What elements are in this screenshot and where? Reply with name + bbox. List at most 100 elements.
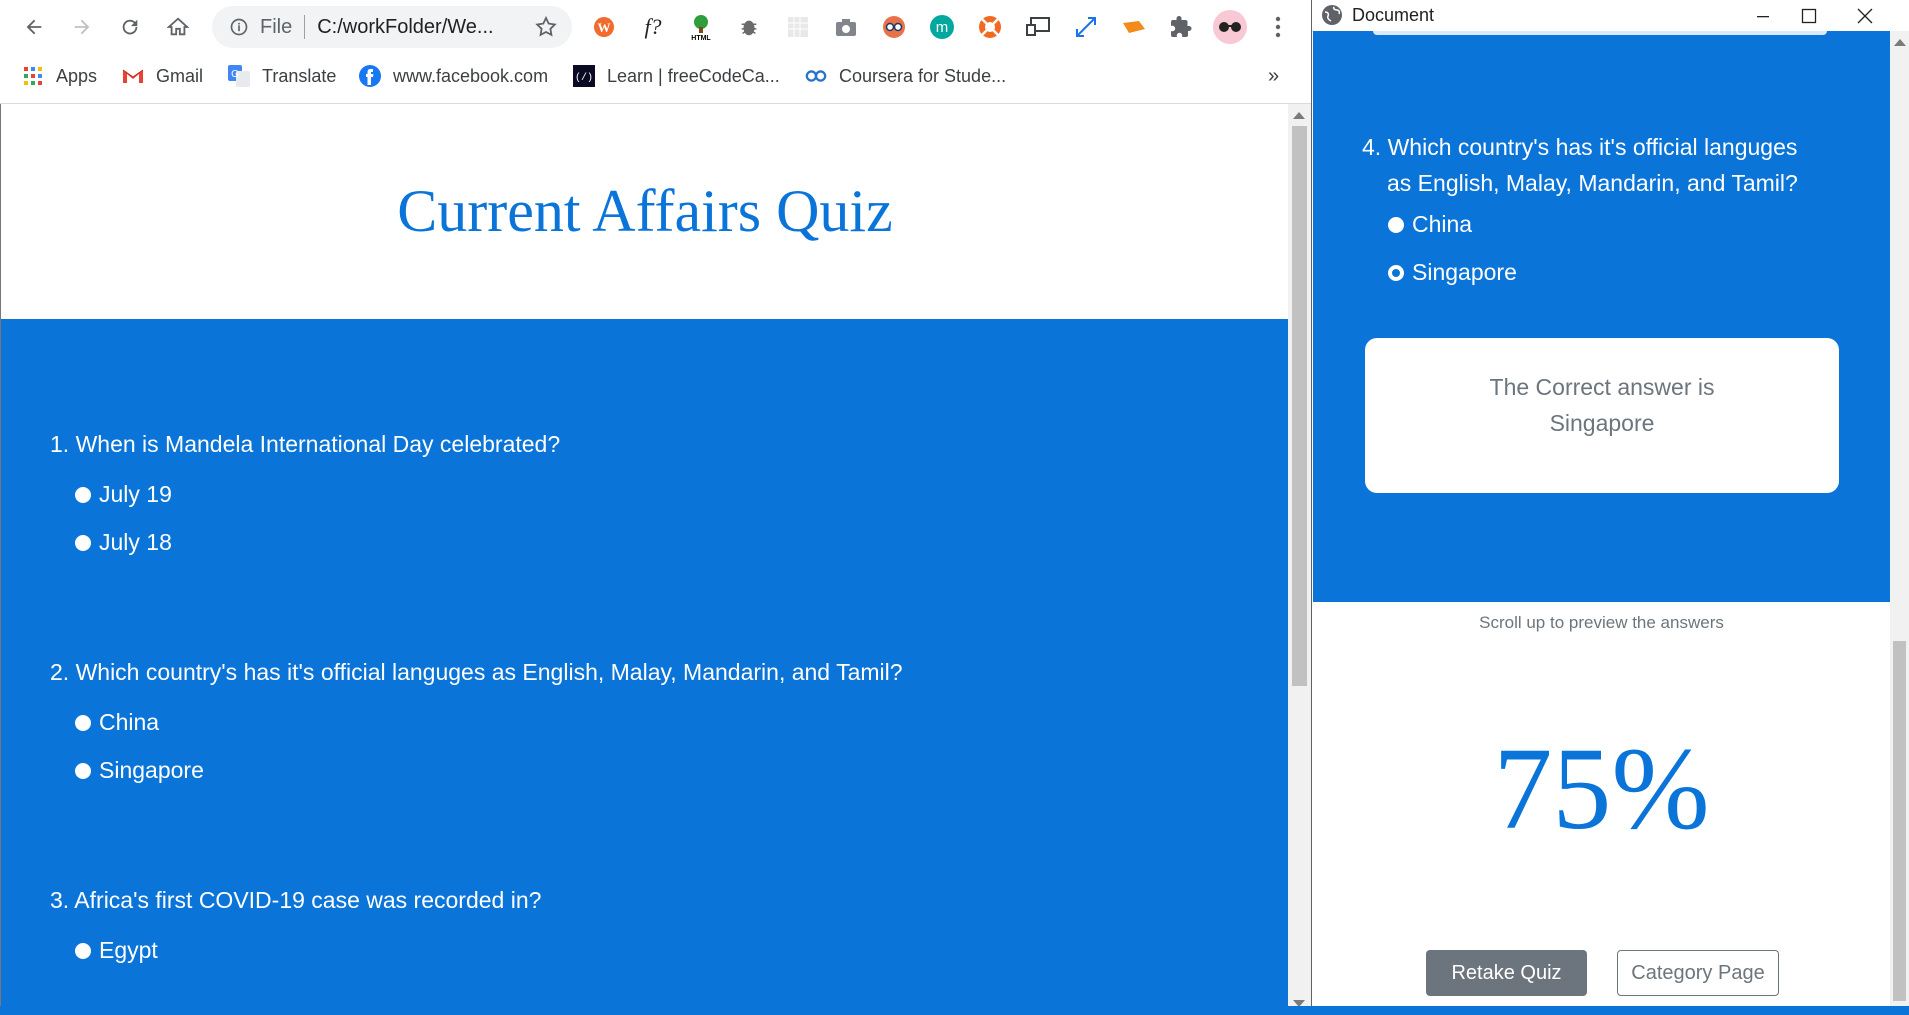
question-1: 1. When is Mandela International Day cel… <box>50 431 561 457</box>
minimize-icon <box>1757 15 1769 17</box>
radio-button[interactable] <box>75 486 91 503</box>
option-label: Singapore <box>1412 259 1517 285</box>
bookmark-freecodecamp[interactable]: (/) Learn | freeCodeCa... <box>573 54 780 98</box>
browser-window: File C:/workFolder/We... W f? HTML m App… <box>0 0 1311 1015</box>
maximize-icon <box>1801 8 1817 23</box>
answer-value: Singapore <box>1549 410 1655 436</box>
forward-button[interactable] <box>66 11 98 43</box>
document-window: Document 4. Which country's has it's off… <box>1311 0 1909 1015</box>
bookmarks-overflow-button[interactable]: » <box>1268 54 1279 98</box>
maximize-button[interactable] <box>1786 0 1832 31</box>
browser-toolbar: File C:/workFolder/We... W f? HTML m <box>0 0 1311 54</box>
home-button[interactable] <box>162 11 194 43</box>
question-line-2: as English, Malay, Mandarin, and Tamil? <box>1387 170 1798 196</box>
svg-text:HTML: HTML <box>691 35 711 41</box>
option-radio[interactable]: July 19 <box>75 481 172 508</box>
puzzle-icon[interactable] <box>1166 12 1196 42</box>
function-icon[interactable]: f? <box>638 12 668 42</box>
bookmark-coursera[interactable]: Coursera for Stude... <box>805 54 1006 98</box>
radio-button[interactable] <box>75 714 91 731</box>
bookmark-label: Learn | freeCodeCa... <box>607 65 780 86</box>
radio-button[interactable] <box>75 942 91 959</box>
reload-button[interactable] <box>114 11 146 43</box>
glasses-icon <box>1219 22 1241 32</box>
document-content: 4. Which country's has it's official lan… <box>1313 31 1890 1015</box>
lifebuoy-icon[interactable] <box>975 12 1005 42</box>
option-label: China <box>99 709 160 735</box>
reload-icon <box>122 19 138 35</box>
bookmark-translate[interactable]: G Translate <box>228 54 336 98</box>
window-title: Document <box>1352 5 1435 25</box>
bookmark-label: www.facebook.com <box>393 65 549 86</box>
question-line-1: Which country's has it's official langug… <box>1387 134 1798 160</box>
taskbar-edge <box>0 1006 1909 1015</box>
score-percentage: 75% <box>1493 723 1710 854</box>
answer-caption: The Correct answer is <box>1489 374 1715 400</box>
option-label: Singapore <box>99 757 204 783</box>
radio-button[interactable] <box>1388 216 1404 233</box>
screen-icon[interactable] <box>1023 12 1053 42</box>
url-text[interactable]: C:/workFolder/We... <box>317 16 507 39</box>
profile-avatar[interactable] <box>1213 10 1247 44</box>
svg-text:W: W <box>598 20 611 35</box>
html-tree-icon[interactable]: HTML <box>686 12 716 42</box>
question-3: 3. Africa's first COVID-19 case was reco… <box>50 887 542 913</box>
radio-button-selected[interactable] <box>1388 264 1404 281</box>
camera-icon[interactable] <box>831 12 861 42</box>
option-radio-selected[interactable]: Singapore <box>1388 259 1517 286</box>
retake-quiz-button[interactable]: Retake Quiz <box>1426 950 1587 996</box>
option-radio[interactable]: Egypt <box>75 937 158 964</box>
facebook-icon <box>359 65 381 87</box>
page-scrollbar[interactable] <box>1288 104 1311 1015</box>
radio-button[interactable] <box>75 762 91 779</box>
window-scrollbar[interactable] <box>1890 31 1909 1015</box>
bookmark-label: Coursera for Stude... <box>839 65 1007 86</box>
option-radio[interactable]: China <box>75 709 159 736</box>
address-bar[interactable]: File C:/workFolder/We... <box>212 6 572 48</box>
menu-kebab-icon[interactable] <box>1263 12 1293 42</box>
quiz-questions: 1. When is Mandela International Day cel… <box>1 319 1288 1015</box>
previous-card-edge <box>1373 31 1827 35</box>
scroll-up-arrow-icon[interactable] <box>1293 112 1305 119</box>
gmail-icon <box>122 65 144 87</box>
grid-icon[interactable] <box>783 12 813 42</box>
coursera-icon <box>805 65 827 87</box>
option-radio[interactable]: China <box>1388 211 1472 238</box>
bookmark-facebook[interactable]: www.facebook.com <box>359 54 548 98</box>
bookmark-apps[interactable]: Apps <box>22 54 97 98</box>
option-label: July 19 <box>99 481 172 507</box>
back-button[interactable] <box>18 11 50 43</box>
scroll-hint: Scroll up to preview the answers <box>1479 613 1724 632</box>
back-arrow-icon <box>26 19 42 35</box>
results-panel: 4. Which country's has it's official lan… <box>1313 31 1890 602</box>
page-title: Current Affairs Quiz <box>397 178 893 244</box>
scroll-up-arrow-icon[interactable] <box>1894 39 1906 46</box>
expand-icon[interactable] <box>1071 12 1101 42</box>
m-icon[interactable]: m <box>927 12 957 42</box>
close-button[interactable] <box>1842 0 1888 31</box>
bookmarks-bar: Apps Gmail G Translate www.facebook.com … <box>0 54 1311 104</box>
scrollbar-thumb[interactable] <box>1893 641 1906 1001</box>
tag-icon[interactable] <box>1119 12 1149 42</box>
bug-icon[interactable] <box>734 12 764 42</box>
category-page-button[interactable]: Category Page <box>1617 950 1779 996</box>
bookmark-star-icon[interactable] <box>534 15 558 39</box>
option-label: Egypt <box>99 937 158 963</box>
option-radio[interactable]: Singapore <box>75 757 204 784</box>
info-icon[interactable] <box>228 16 250 38</box>
translate-icon: G <box>228 65 250 87</box>
home-icon <box>167 17 189 36</box>
question-4: 4. Which country's has it's official lan… <box>1362 129 1842 165</box>
svg-text:(/): (/) <box>575 72 593 83</box>
bookmark-gmail[interactable]: Gmail <box>122 54 203 98</box>
window-titlebar[interactable]: Document <box>1312 0 1909 32</box>
spy-icon[interactable] <box>879 12 909 42</box>
minimize-button[interactable] <box>1740 0 1786 31</box>
scrollbar-thumb[interactable] <box>1292 126 1307 686</box>
wordpress-icon[interactable]: W <box>589 12 619 42</box>
svg-text:G: G <box>231 69 239 80</box>
question-2: 2. Which country's has it's official lan… <box>50 659 903 685</box>
bookmark-label: Apps <box>56 65 98 86</box>
radio-button[interactable] <box>75 534 91 551</box>
option-radio[interactable]: July 18 <box>75 529 172 556</box>
